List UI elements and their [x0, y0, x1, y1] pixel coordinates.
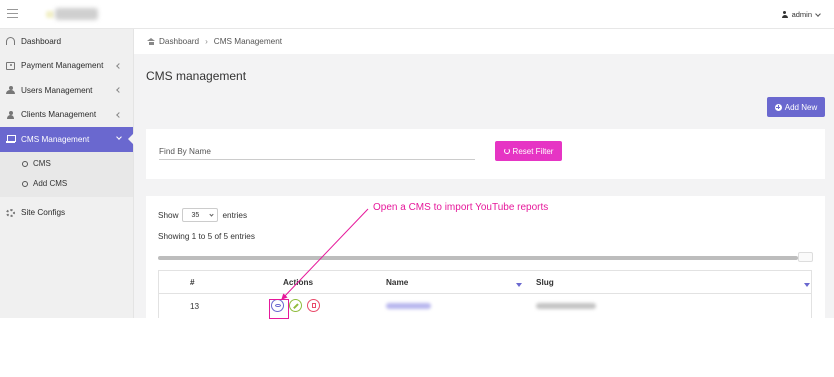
money-icon: [6, 61, 15, 70]
sidebar: Dashboard Payment Management Users Manag…: [0, 29, 134, 318]
logo[interactable]: [55, 8, 98, 20]
user-name: admin: [791, 10, 812, 19]
submenu-item-cms[interactable]: CMS: [0, 154, 133, 174]
hamburger-icon[interactable]: [7, 9, 18, 18]
circle-icon: [22, 180, 28, 187]
horizontal-scrollbar[interactable]: [158, 252, 813, 262]
sidebar-item-users-management[interactable]: Users Management: [0, 78, 133, 103]
sort-arrow-icon[interactable]: [804, 283, 810, 287]
app-window: admin Dashboard Payment Management Users…: [0, 0, 834, 318]
submenu-item-label: Add CMS: [33, 179, 68, 188]
table-info: Showing 1 to 5 of 5 entries: [158, 232, 255, 241]
chevron-down-icon: [815, 10, 821, 17]
chevron-left-icon: [116, 62, 122, 69]
annotation-text: Open a CMS to import YouTube reports: [373, 202, 549, 213]
chevron-left-icon: [116, 111, 122, 118]
column-header-actions: Actions: [283, 277, 314, 287]
find-by-name-input[interactable]: [159, 143, 475, 160]
users-icon: [6, 86, 15, 95]
submenu-item-label: CMS: [33, 159, 51, 168]
table-row: 13: [158, 294, 812, 318]
sidebar-item-site-configs[interactable]: Site Configs: [0, 201, 133, 226]
user-icon: [6, 110, 15, 119]
cms-submenu: CMS Add CMS: [0, 151, 133, 197]
row-name-redacted[interactable]: [386, 303, 431, 309]
logo-mark: [46, 11, 54, 18]
chevron-down-icon: [209, 211, 215, 217]
sidebar-item-label: CMS Management: [21, 134, 90, 144]
trash-icon: [311, 303, 316, 308]
plus-circle-icon: [774, 103, 782, 111]
refresh-icon: [503, 148, 510, 154]
show-label: Show: [158, 210, 179, 220]
edit-button[interactable]: [289, 299, 302, 312]
breadcrumb-current: CMS Management: [213, 37, 283, 46]
main-content: Dashboard › CMS Management CMS managemen…: [134, 29, 834, 318]
pencil-icon: [292, 302, 299, 309]
column-header-slug[interactable]: Slug: [536, 278, 554, 287]
sidebar-item-label: Payment Management: [21, 61, 104, 71]
home-icon: [147, 38, 155, 45]
scrollbar-end[interactable]: [798, 252, 813, 262]
entries-length-control: Show 35 entries: [158, 208, 247, 222]
reset-filter-label: Reset Filter: [512, 146, 554, 156]
sidebar-item-label: Dashboard: [21, 36, 62, 46]
annotation-highlight-box: [269, 299, 289, 319]
sidebar-item-dashboard[interactable]: Dashboard: [0, 29, 133, 54]
filter-panel: Reset Filter: [146, 129, 825, 179]
sidebar-item-label: Users Management: [21, 85, 93, 95]
table-panel: Show 35 entries Showing 1 to 5 of 5 entr…: [146, 196, 825, 318]
sidebar-item-label: Site Configs: [21, 208, 66, 218]
entries-label: entries: [222, 210, 248, 220]
chevron-down-icon: [116, 134, 122, 140]
column-header-name[interactable]: Name: [386, 278, 408, 287]
column-header-id[interactable]: #: [190, 278, 220, 287]
sidebar-item-cms-management[interactable]: CMS Management: [0, 127, 134, 152]
breadcrumb: Dashboard › CMS Management: [134, 29, 834, 54]
entries-select[interactable]: 35: [182, 208, 219, 222]
user-menu[interactable]: admin: [781, 10, 821, 19]
submenu-item-add-cms[interactable]: Add CMS: [0, 174, 133, 194]
row-id: 13: [190, 301, 200, 311]
sidebar-item-clients-management[interactable]: Clients Management: [0, 103, 133, 128]
dashboard-icon: [6, 37, 15, 46]
entries-value: 35: [191, 211, 200, 219]
circle-icon: [22, 160, 28, 167]
chevron-left-icon: [116, 87, 122, 93]
sort-arrow-icon[interactable]: [516, 283, 522, 287]
sidebar-item-payment-management[interactable]: Payment Management: [0, 54, 133, 79]
top-navbar: admin: [0, 0, 834, 29]
add-new-button[interactable]: Add New: [767, 97, 825, 117]
delete-button[interactable]: [307, 299, 320, 312]
reset-filter-button[interactable]: Reset Filter: [495, 141, 562, 161]
add-new-label: Add New: [784, 102, 818, 112]
sidebar-item-label: Clients Management: [21, 110, 97, 120]
page-title: CMS management: [146, 69, 247, 83]
gear-icon: [6, 208, 15, 217]
row-slug-redacted: [536, 303, 596, 309]
table-header: # Actions Name Slug: [158, 270, 812, 294]
laptop-icon: [6, 135, 16, 143]
cms-table: # Actions Name Slug 13: [158, 270, 812, 318]
scrollbar-track[interactable]: [158, 256, 798, 260]
user-icon: [781, 11, 788, 18]
breadcrumb-dashboard[interactable]: Dashboard: [159, 37, 199, 46]
breadcrumb-separator: ›: [205, 37, 208, 46]
